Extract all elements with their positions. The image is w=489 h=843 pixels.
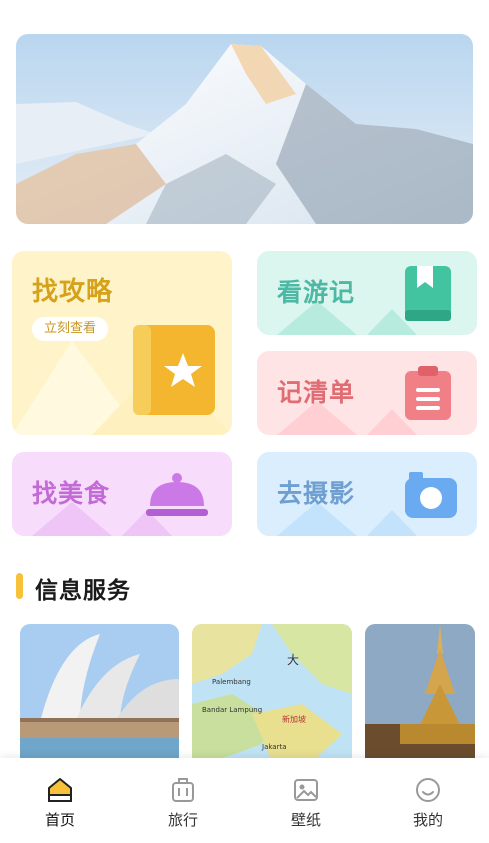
tab-mine[interactable]: 我的 [398,776,458,830]
photo-title: 去摄影 [277,479,356,508]
tab-label: 首页 [44,811,75,829]
checklist-card[interactable]: 记清单 [257,351,477,435]
map-image[interactable]: 大 新加坡 Bandar Lampung Palembang Jakarta [192,624,352,762]
tab-label: 旅行 [167,811,198,829]
section-title: 信息服务 [35,578,131,604]
picture-icon [294,779,318,801]
opera-house-image[interactable] [20,624,179,762]
camera-icon [405,472,457,518]
travel-notes-title: 看游记 [277,278,356,307]
smile-icon [416,778,440,802]
guide-card[interactable]: 找攻略 立刻查看 [12,251,232,435]
star-book-icon [133,325,215,415]
tab-label: 壁纸 [290,811,321,829]
photo-card[interactable]: 去摄影 [257,452,477,536]
food-card[interactable]: 找美食 [12,452,232,536]
food-title: 找美食 [32,479,111,508]
section-accent-bar [16,573,23,599]
checklist-title: 记清单 [277,378,356,407]
tab-wallpaper[interactable]: 壁纸 [276,776,336,830]
travel-notes-card[interactable]: 看游记 [257,251,477,335]
home-icon [48,778,72,802]
guide-title: 找攻略 [32,277,114,307]
bottom-tab-bar: 首页 旅行 壁纸 我的 [0,758,489,843]
map-label: 大 [287,653,299,667]
tab-travel[interactable]: 旅行 [153,776,213,830]
suitcase-icon [172,778,194,802]
map-label: Jakarta [261,743,287,751]
view-now-button[interactable]: 立刻查看 [32,317,109,341]
pagoda-image[interactable] [365,624,475,762]
bookmark-book-icon [405,266,451,321]
tab-home[interactable]: 首页 [30,776,90,830]
dish-cloche-icon [146,473,208,516]
map-label: 新加坡 [282,714,306,724]
map-label: Bandar Lampung [202,706,262,714]
tab-label: 我的 [412,811,443,829]
map-label: Palembang [212,678,251,686]
clipboard-icon [405,366,451,420]
banner-image[interactable] [16,34,473,224]
